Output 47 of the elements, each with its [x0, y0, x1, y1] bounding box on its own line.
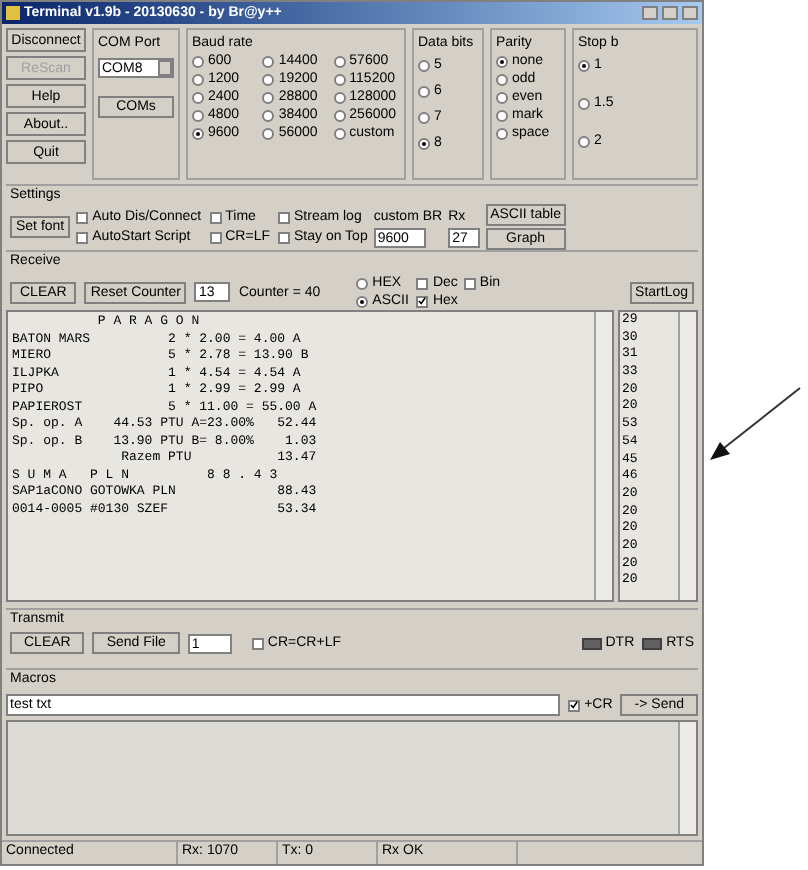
checkbox[interactable]: [416, 277, 429, 289]
radio-button[interactable]: [418, 137, 430, 149]
radio-button[interactable]: [333, 109, 346, 121]
radio-button[interactable]: [496, 127, 508, 139]
radio-button[interactable]: [578, 59, 590, 71]
scrollbar[interactable]: [594, 312, 612, 600]
radio-button[interactable]: [418, 85, 430, 97]
radio-button[interactable]: [496, 109, 508, 121]
scrollbar[interactable]: [678, 312, 696, 600]
radio-button[interactable]: [578, 135, 590, 147]
checkbox[interactable]: [209, 211, 222, 223]
radio-button[interactable]: [262, 55, 275, 67]
radio-button[interactable]: [496, 91, 508, 103]
checkbox[interactable]: [76, 211, 89, 223]
radio-button[interactable]: [356, 277, 369, 289]
radio-button[interactable]: [333, 91, 346, 103]
pointer-arrow: [708, 386, 802, 462]
scrollbar[interactable]: [678, 722, 696, 834]
radio-button[interactable]: [333, 55, 346, 67]
radio-button[interactable]: [262, 91, 275, 103]
radio-button[interactable]: [418, 111, 430, 123]
checkbox[interactable]: [278, 211, 290, 223]
checkbox[interactable]: [416, 295, 429, 307]
checkbox[interactable]: [568, 699, 581, 711]
receive-text-area[interactable]: [6, 310, 614, 602]
radio-button[interactable]: [356, 295, 369, 307]
radio-button[interactable]: [578, 97, 590, 109]
radio-button[interactable]: [418, 59, 430, 71]
checkbox[interactable]: [463, 277, 476, 289]
radio-button[interactable]: [192, 109, 204, 121]
app-icon: [6, 6, 20, 20]
checkbox[interactable]: [209, 231, 222, 243]
radio-button[interactable]: [333, 127, 346, 139]
radio-button[interactable]: [496, 55, 508, 67]
radio-button[interactable]: [192, 55, 204, 67]
radio-button[interactable]: [192, 73, 204, 85]
radio-button[interactable]: [262, 109, 275, 121]
radio-button[interactable]: [192, 91, 204, 103]
checkbox[interactable]: [251, 637, 264, 649]
checkbox[interactable]: [278, 231, 290, 243]
checkbox[interactable]: [76, 231, 89, 243]
radio-button[interactable]: [333, 73, 346, 85]
transmit-text-area[interactable]: [6, 720, 698, 836]
radio-button[interactable]: [192, 127, 204, 139]
radio-button[interactable]: [262, 127, 275, 139]
radio-button[interactable]: [262, 73, 275, 85]
radio-button[interactable]: [496, 73, 508, 85]
